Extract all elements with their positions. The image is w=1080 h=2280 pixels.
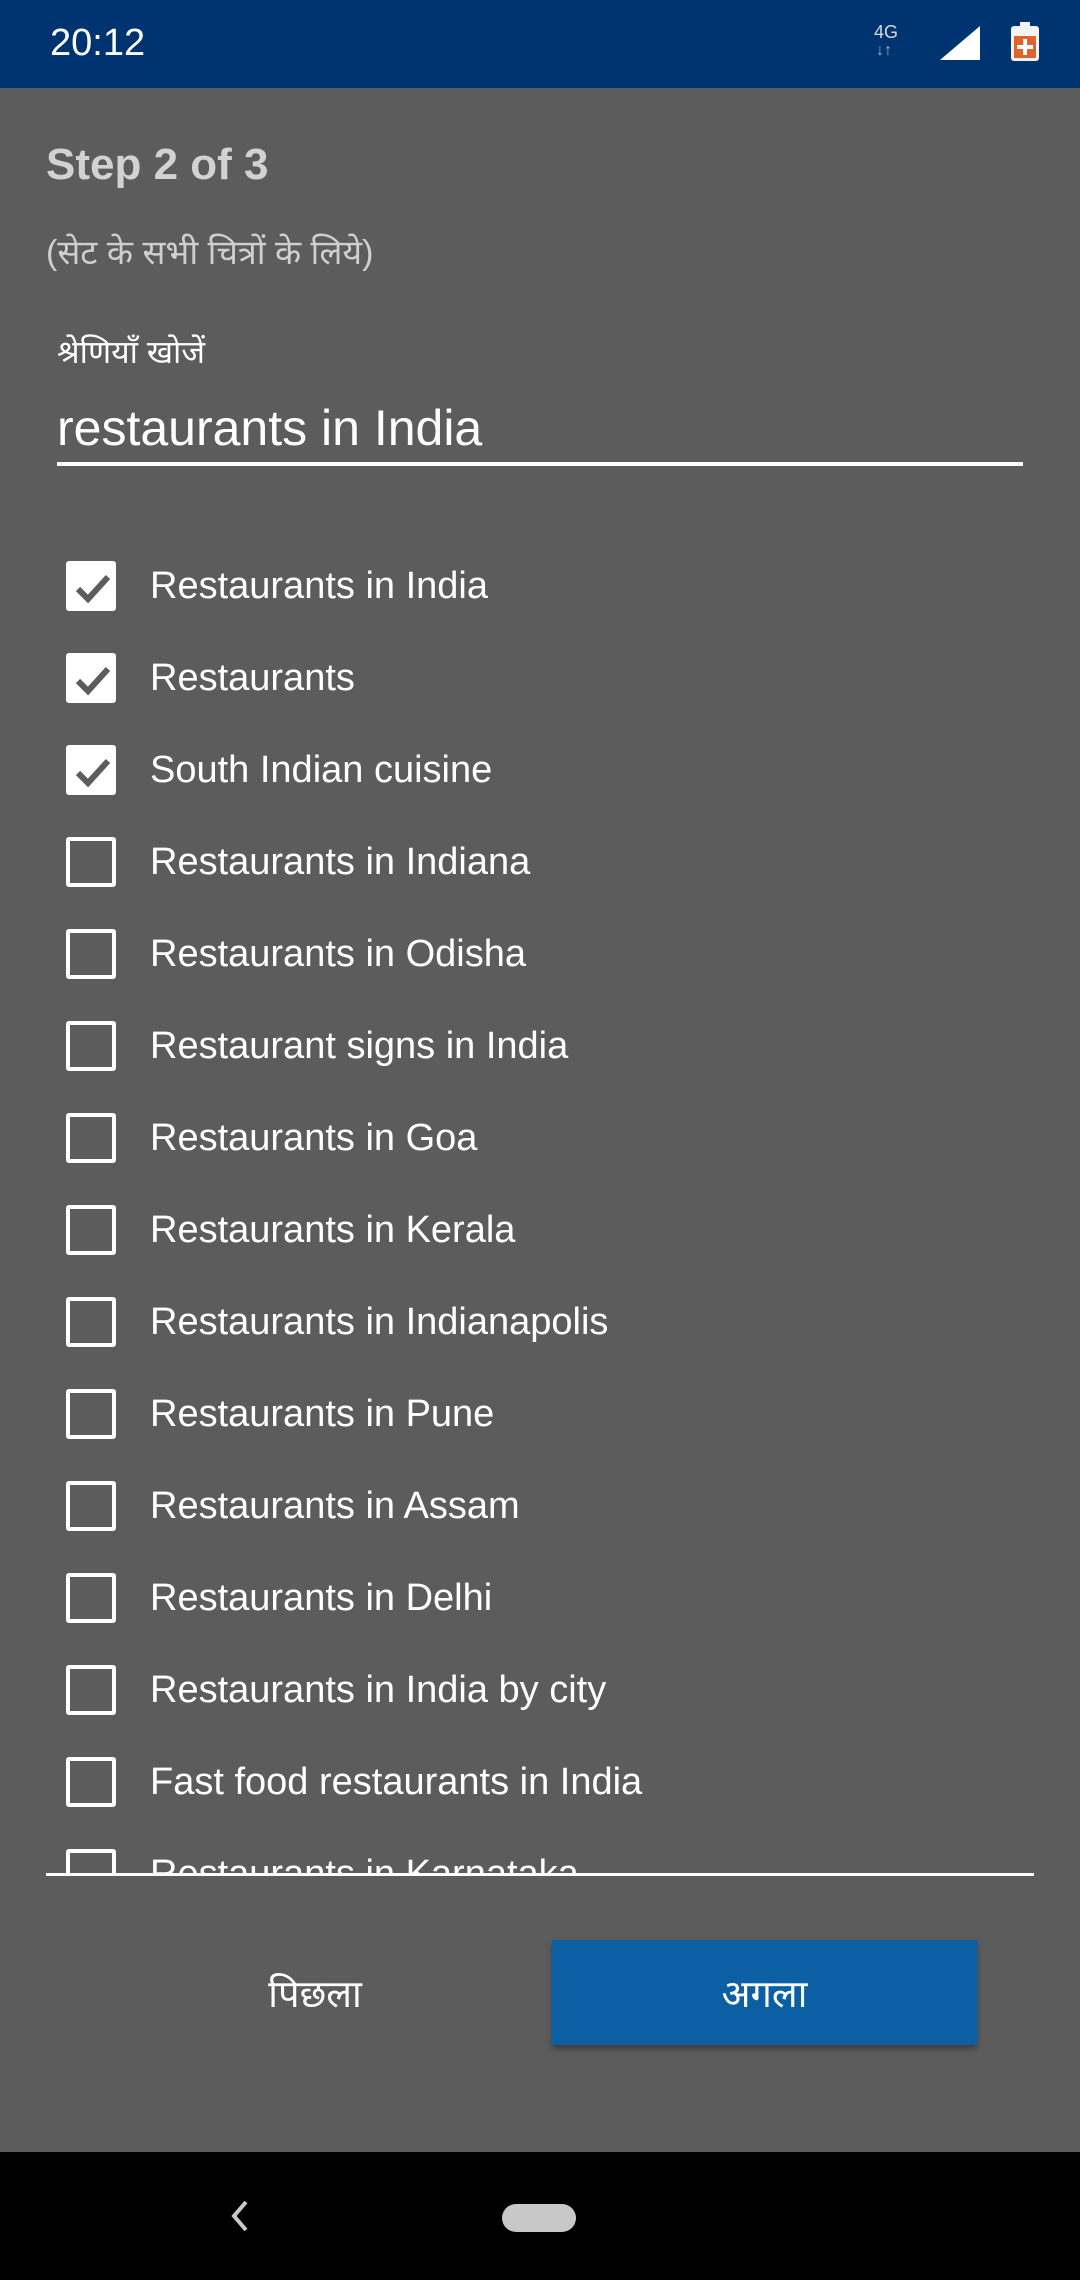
category-item[interactable]: Restaurants in India bbox=[0, 540, 1040, 632]
checkbox-unchecked[interactable] bbox=[66, 837, 116, 887]
signal-icon bbox=[940, 26, 980, 60]
category-item[interactable]: Fast food restaurants in India bbox=[0, 1736, 1040, 1828]
category-label: Restaurants in Indianapolis bbox=[150, 1300, 609, 1343]
category-item[interactable]: Restaurants in Delhi bbox=[0, 1552, 1040, 1644]
category-list[interactable]: Restaurants in India Restaurants South Ind… bbox=[0, 540, 1080, 1875]
battery-icon bbox=[1011, 22, 1039, 61]
category-label: Restaurants in Delhi bbox=[150, 1576, 493, 1619]
category-item[interactable]: Restaurant signs in India bbox=[0, 1000, 1040, 1092]
checkbox-unchecked[interactable] bbox=[66, 1757, 116, 1807]
checkmark-icon bbox=[75, 666, 111, 696]
category-label: Restaurant signs in India bbox=[150, 1024, 569, 1067]
category-label: Restaurants in Kerala bbox=[150, 1208, 516, 1251]
checkbox-unchecked[interactable] bbox=[66, 1389, 116, 1439]
category-item[interactable]: Restaurants in Pune bbox=[0, 1368, 1040, 1460]
checkmark-icon bbox=[75, 574, 111, 604]
category-label: Restaurants in Pune bbox=[150, 1392, 495, 1435]
category-label: Restaurants in Odisha bbox=[150, 932, 526, 975]
home-pill-icon[interactable] bbox=[502, 2204, 576, 2232]
checkbox-unchecked[interactable] bbox=[66, 1113, 116, 1163]
step-title: Step 2 of 3 bbox=[46, 140, 269, 189]
category-item[interactable]: Restaurants in Karnataka bbox=[0, 1828, 1040, 1875]
navigation-bar bbox=[0, 2152, 1080, 2280]
network-type: 4G bbox=[874, 22, 899, 42]
category-label: Fast food restaurants in India bbox=[150, 1760, 643, 1803]
checkbox-unchecked[interactable] bbox=[66, 1481, 116, 1531]
category-item[interactable]: Restaurants in Assam bbox=[0, 1460, 1040, 1552]
next-button[interactable]: अगला bbox=[552, 1940, 977, 2045]
category-item[interactable]: Restaurants in India by city bbox=[0, 1644, 1040, 1736]
checkbox-unchecked[interactable] bbox=[66, 1205, 116, 1255]
category-label: South Indian cuisine bbox=[150, 748, 493, 791]
category-item[interactable]: South Indian cuisine bbox=[0, 724, 1040, 816]
checkbox-unchecked[interactable] bbox=[66, 929, 116, 979]
category-item[interactable]: Restaurants in Kerala bbox=[0, 1184, 1040, 1276]
search-label: श्रेणियाँ खोजें bbox=[57, 334, 206, 370]
category-label: Restaurants in India by city bbox=[150, 1668, 607, 1711]
status-bar: 20:12 4G ↓↑ bbox=[0, 0, 1080, 88]
checkbox-checked[interactable] bbox=[66, 561, 116, 611]
category-search-input[interactable] bbox=[57, 394, 1023, 466]
category-item[interactable]: Restaurants in Indianapolis bbox=[0, 1276, 1040, 1368]
category-label: Restaurants in Assam bbox=[150, 1484, 520, 1527]
checkbox-unchecked[interactable] bbox=[66, 1665, 116, 1715]
category-label: Restaurants in Karnataka bbox=[150, 1852, 579, 1876]
data-arrows-icon: ↓↑ bbox=[876, 42, 892, 59]
checkmark-icon bbox=[75, 758, 111, 788]
category-label: Restaurants in Indiana bbox=[150, 840, 531, 883]
category-item[interactable]: Restaurants in Goa bbox=[0, 1092, 1040, 1184]
step-subtitle: (सेट के सभी चित्रों के लिये) bbox=[46, 234, 374, 272]
checkbox-unchecked[interactable] bbox=[66, 1021, 116, 1071]
list-divider bbox=[46, 1873, 1034, 1876]
status-icons: 4G ↓↑ bbox=[840, 22, 1040, 66]
category-item[interactable]: Restaurants in Indiana bbox=[0, 816, 1040, 908]
category-label: Restaurants in India bbox=[150, 564, 488, 607]
previous-button[interactable]: पिछला bbox=[150, 1940, 480, 2045]
checkbox-unchecked[interactable] bbox=[66, 1573, 116, 1623]
category-label: Restaurants in Goa bbox=[150, 1116, 478, 1159]
network-4g-icon: 4G ↓↑ bbox=[870, 22, 910, 66]
category-item[interactable]: Restaurants in Odisha bbox=[0, 908, 1040, 1000]
checkbox-unchecked[interactable] bbox=[66, 1297, 116, 1347]
category-label: Restaurants bbox=[150, 656, 355, 699]
category-item[interactable]: Restaurants bbox=[0, 632, 1040, 724]
status-time: 20:12 bbox=[50, 22, 146, 64]
checkbox-checked[interactable] bbox=[66, 653, 116, 703]
checkbox-checked[interactable] bbox=[66, 745, 116, 795]
checkbox-unchecked[interactable] bbox=[66, 1849, 116, 1875]
back-icon[interactable] bbox=[228, 2198, 250, 2234]
